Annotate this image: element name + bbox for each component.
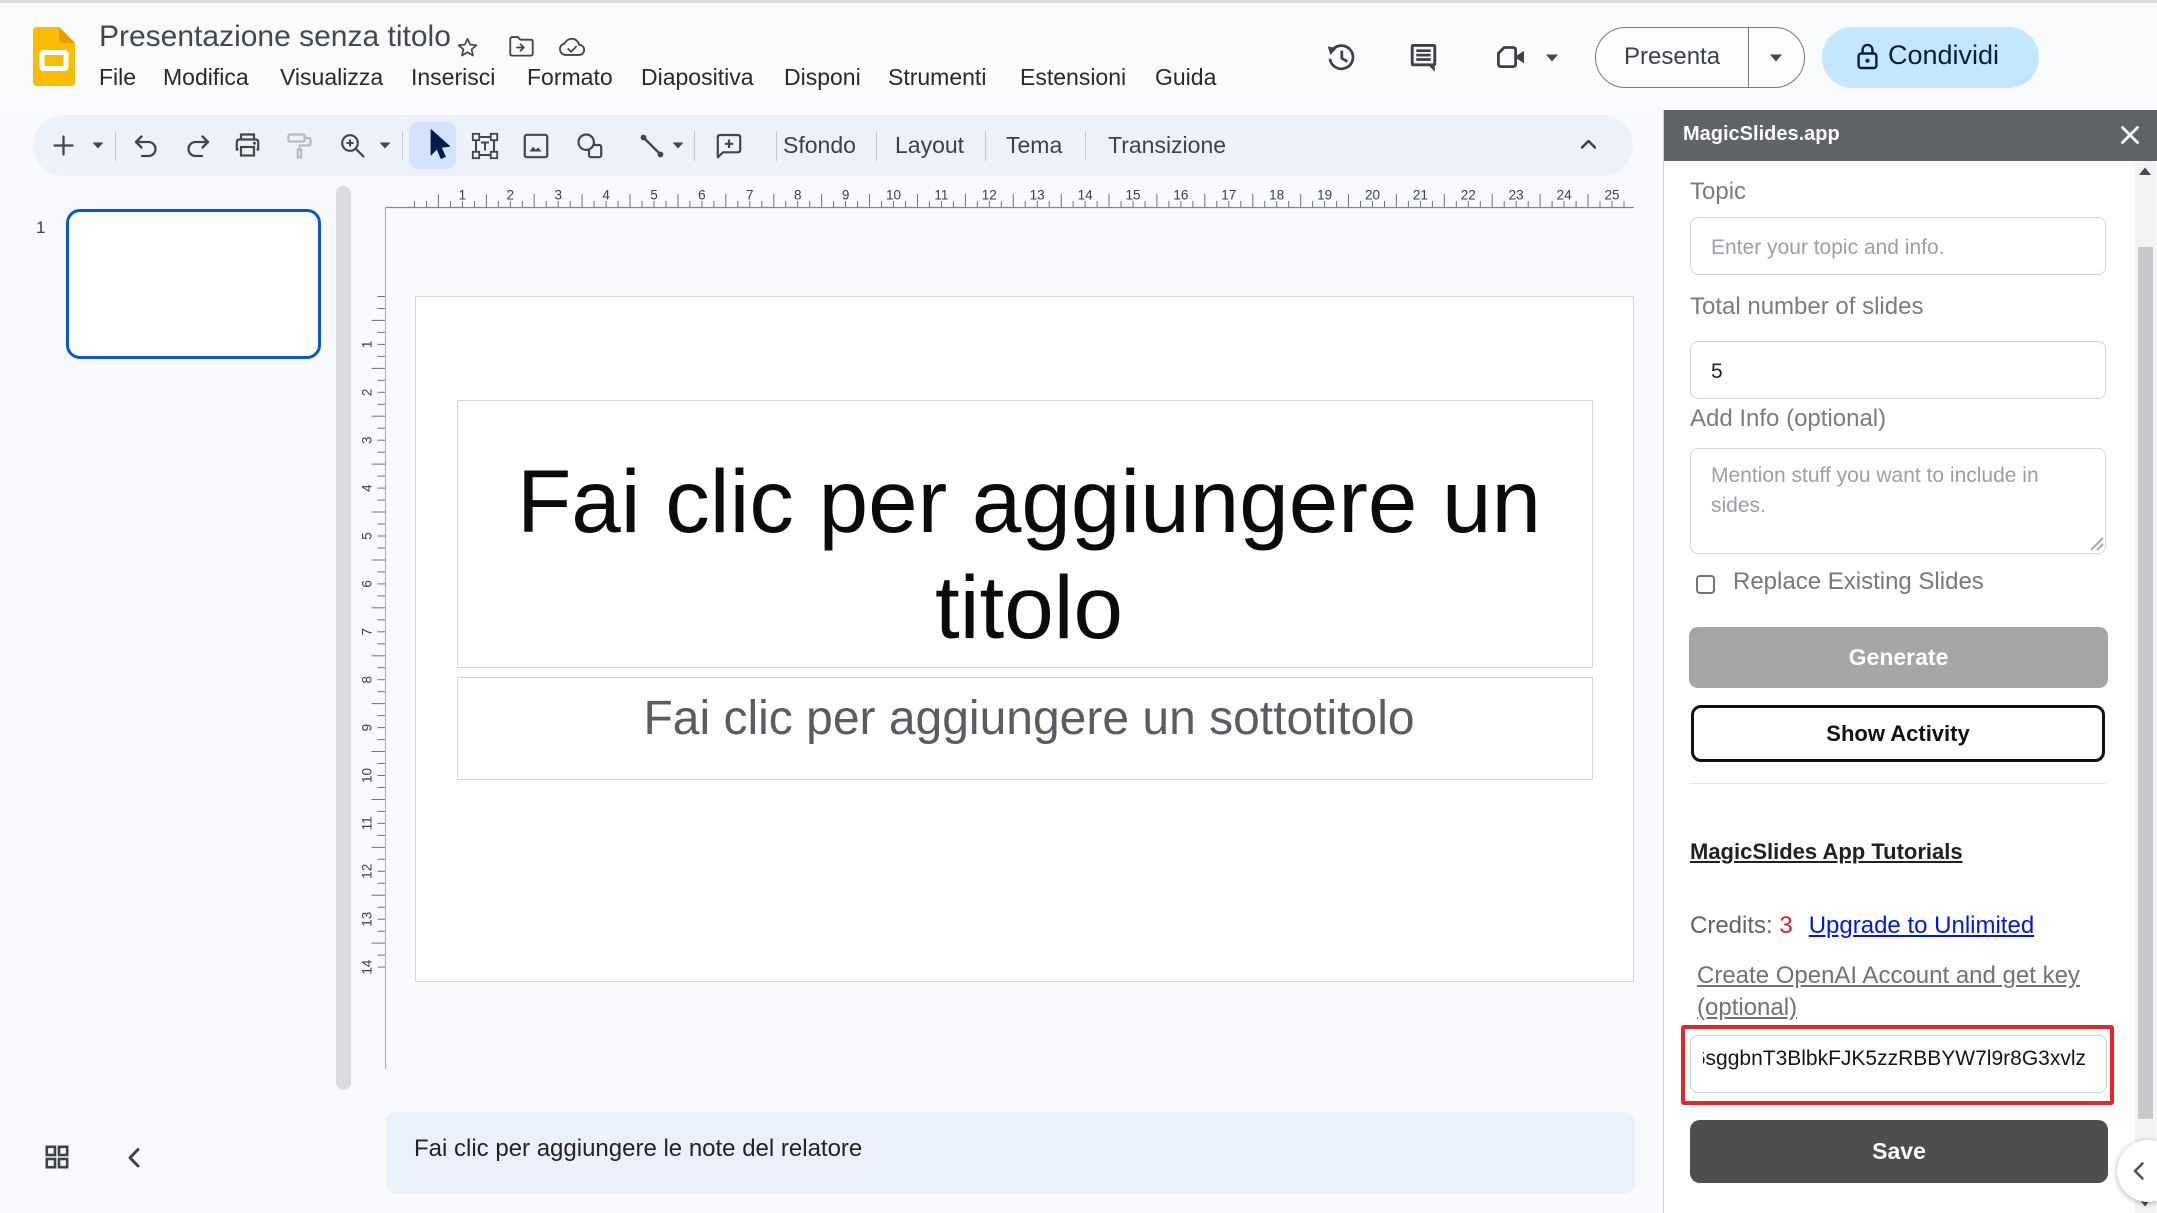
svg-text:3: 3 (554, 188, 562, 203)
svg-text:2: 2 (507, 188, 515, 203)
svg-text:8: 8 (360, 676, 375, 684)
svg-text:5: 5 (360, 532, 375, 540)
svg-text:5: 5 (650, 188, 658, 203)
svg-text:19: 19 (1317, 188, 1332, 203)
svg-text:6: 6 (360, 580, 375, 588)
svg-text:9: 9 (842, 188, 850, 203)
svg-text:13: 13 (360, 912, 375, 927)
svg-text:8: 8 (794, 188, 802, 203)
svg-text:21: 21 (1413, 188, 1428, 203)
svg-text:13: 13 (1030, 188, 1045, 203)
svg-text:15: 15 (1125, 188, 1140, 203)
svg-text:1: 1 (459, 188, 467, 203)
svg-text:12: 12 (360, 864, 375, 879)
svg-text:17: 17 (1221, 188, 1236, 203)
svg-text:12: 12 (982, 188, 997, 203)
svg-text:24: 24 (1557, 188, 1573, 203)
svg-text:18: 18 (1269, 188, 1284, 203)
svg-text:7: 7 (360, 628, 375, 636)
svg-text:4: 4 (602, 188, 610, 203)
svg-text:22: 22 (1461, 188, 1476, 203)
svg-text:10: 10 (886, 188, 901, 203)
svg-text:11: 11 (934, 188, 948, 203)
svg-text:25: 25 (1604, 188, 1619, 203)
svg-text:2: 2 (360, 389, 375, 397)
svg-text:10: 10 (360, 768, 375, 783)
svg-text:16: 16 (1173, 188, 1188, 203)
svg-text:9: 9 (360, 724, 375, 732)
svg-text:14: 14 (360, 959, 375, 975)
svg-text:23: 23 (1509, 188, 1524, 203)
svg-text:6: 6 (698, 188, 706, 203)
svg-text:20: 20 (1365, 188, 1380, 203)
svg-text:4: 4 (360, 484, 375, 492)
svg-text:7: 7 (746, 188, 754, 203)
svg-text:14: 14 (1078, 188, 1094, 203)
svg-text:3: 3 (360, 436, 375, 444)
svg-text:11: 11 (360, 816, 375, 830)
svg-text:1: 1 (360, 341, 375, 349)
